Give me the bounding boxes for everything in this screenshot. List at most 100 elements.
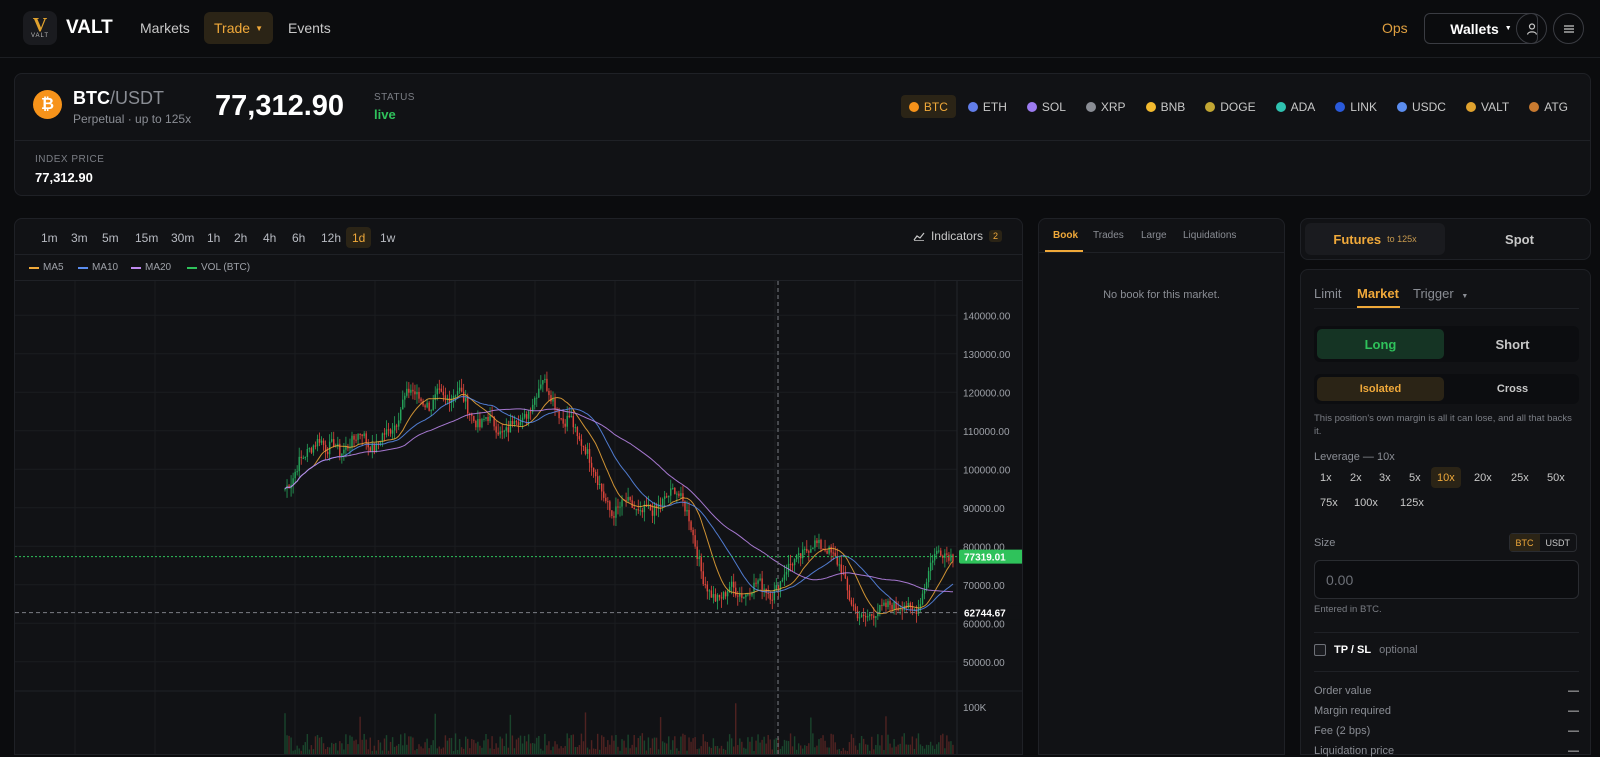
- candle-body: [846, 578, 849, 591]
- chevron-down-icon: ▼: [255, 23, 263, 33]
- volume-bar: [310, 745, 313, 754]
- candle-body: [592, 467, 595, 472]
- volume-bar: [783, 739, 786, 754]
- tab-trades[interactable]: Trades: [1093, 230, 1124, 241]
- leverage-2x[interactable]: 2x: [1344, 467, 1368, 488]
- volume-bar: [901, 736, 903, 754]
- candle-body: [793, 559, 796, 566]
- unit-usdt[interactable]: USDT: [1540, 534, 1577, 551]
- tpsl-optional: optional: [1379, 644, 1418, 656]
- account-button[interactable]: [1516, 13, 1547, 44]
- size-input[interactable]: [1314, 560, 1579, 599]
- candle-body: [582, 445, 585, 447]
- candle-body: [527, 411, 530, 419]
- coin-tab-link[interactable]: LINK: [1327, 95, 1385, 118]
- leverage-20x[interactable]: 20x: [1468, 467, 1498, 488]
- coin-tab-doge[interactable]: DOGE: [1197, 95, 1263, 118]
- timeframe-3m[interactable]: 3m: [65, 227, 94, 248]
- timeframe-6h[interactable]: 6h: [286, 227, 311, 248]
- candle-body: [730, 581, 733, 587]
- candle-body: [483, 419, 485, 421]
- leverage-100x[interactable]: 100x: [1348, 492, 1384, 513]
- unit-btc[interactable]: BTC: [1509, 534, 1540, 551]
- tpsl-checkbox[interactable]: [1314, 644, 1326, 656]
- volume-bar: [400, 734, 402, 754]
- index-price-label: INDEX PRICE: [35, 154, 105, 165]
- coin-tab-ada[interactable]: ADA: [1268, 95, 1324, 118]
- volume-bar: [641, 733, 644, 754]
- nav-trade[interactable]: Trade ▼: [204, 12, 273, 44]
- volume-bar: [739, 738, 741, 754]
- mode-spot-button[interactable]: Spot: [1451, 223, 1588, 255]
- timeframe-30m[interactable]: 30m: [165, 227, 200, 248]
- price-chart[interactable]: 140000.00 130000.00 120000.00 110000.00 1000…: [15, 281, 1023, 755]
- menu-button[interactable]: [1553, 13, 1584, 44]
- candle-body: [919, 604, 922, 608]
- coin-tab-atg[interactable]: ATG: [1521, 95, 1576, 118]
- tpsl-toggle[interactable]: TP / SL optional: [1314, 644, 1418, 656]
- timeframe-2h[interactable]: 2h: [228, 227, 253, 248]
- isolated-button[interactable]: Isolated: [1317, 377, 1444, 401]
- tab-large[interactable]: Large: [1141, 230, 1167, 241]
- coin-tab-xrp[interactable]: XRP: [1078, 95, 1134, 118]
- coin-tab-valt[interactable]: VALT: [1458, 95, 1517, 118]
- coin-tab-bnb[interactable]: BNB: [1138, 95, 1194, 118]
- divider: [1039, 252, 1284, 253]
- timeframe-1h[interactable]: 1h: [201, 227, 226, 248]
- cross-button[interactable]: Cross: [1449, 377, 1576, 401]
- order-type-trigger[interactable]: Trigger ▼: [1413, 286, 1468, 301]
- leverage-50x[interactable]: 50x: [1541, 467, 1571, 488]
- timeframe-15m[interactable]: 15m: [129, 227, 164, 248]
- leverage-25x[interactable]: 25x: [1505, 467, 1535, 488]
- candle-body: [507, 427, 510, 433]
- volume-bar: [732, 746, 735, 754]
- indicators-button[interactable]: Indicators 2: [913, 229, 1002, 243]
- timeframe-12h[interactable]: 12h: [315, 227, 347, 248]
- coin-tab-eth[interactable]: ETH: [960, 95, 1015, 118]
- leverage-3x[interactable]: 3x: [1373, 467, 1397, 488]
- volume-bar: [818, 739, 820, 754]
- nav-markets[interactable]: Markets: [130, 12, 200, 44]
- candle-body: [603, 491, 605, 498]
- candle-body: [686, 509, 688, 512]
- timeframe-5m[interactable]: 5m: [96, 227, 125, 248]
- timeframe-1m[interactable]: 1m: [35, 227, 64, 248]
- candle-body: [402, 399, 404, 410]
- volume-bar: [866, 744, 869, 754]
- mode-futures-button[interactable]: Futures to 125x: [1305, 223, 1445, 255]
- legend-vol-btc[interactable]: VOL (BTC): [187, 262, 250, 273]
- legend-ma20[interactable]: MA20: [131, 262, 171, 273]
- leverage-10x[interactable]: 10x: [1431, 467, 1461, 488]
- timeframe-4h[interactable]: 4h: [257, 227, 282, 248]
- volume-bar: [749, 741, 751, 754]
- volume-bar: [408, 736, 410, 754]
- brand-name[interactable]: VALT: [66, 17, 113, 39]
- legend-ma10[interactable]: MA10: [78, 262, 118, 273]
- nav-events[interactable]: Events: [278, 12, 341, 44]
- leverage-5x[interactable]: 5x: [1403, 467, 1427, 488]
- coin-selector: BTC ETH SOL XRP BNB DOGE ADA LINK USDC VALT ATG: [900, 95, 1576, 118]
- order-type-market[interactable]: Market: [1357, 286, 1399, 301]
- legend-ma5[interactable]: MA5: [29, 262, 64, 273]
- valt-logo[interactable]: V VALT: [23, 11, 57, 45]
- tab-liquidations[interactable]: Liquidations: [1183, 230, 1236, 241]
- coin-tab-btc[interactable]: BTC: [900, 95, 956, 118]
- candle-body: [590, 462, 593, 468]
- tab-book[interactable]: Book: [1053, 230, 1078, 241]
- volume-bar: [950, 741, 952, 754]
- long-button[interactable]: Long: [1317, 329, 1444, 359]
- leverage-1x[interactable]: 1x: [1314, 467, 1338, 488]
- timeframe-1w[interactable]: 1w: [374, 227, 401, 248]
- timeframe-1d[interactable]: 1d: [346, 227, 372, 248]
- order-type-limit[interactable]: Limit: [1314, 286, 1341, 301]
- candle-body: [830, 546, 832, 553]
- summary-value: —: [1568, 685, 1579, 697]
- coin-tab-usdc[interactable]: USDC: [1389, 95, 1454, 118]
- volume-bar: [745, 748, 747, 754]
- leverage-75x[interactable]: 75x: [1314, 492, 1344, 513]
- leverage-125x[interactable]: 125x: [1394, 492, 1430, 513]
- ops-link[interactable]: Ops: [1382, 20, 1408, 36]
- short-button[interactable]: Short: [1449, 329, 1576, 359]
- coin-tab-sol[interactable]: SOL: [1019, 95, 1074, 118]
- candle-body: [929, 562, 932, 572]
